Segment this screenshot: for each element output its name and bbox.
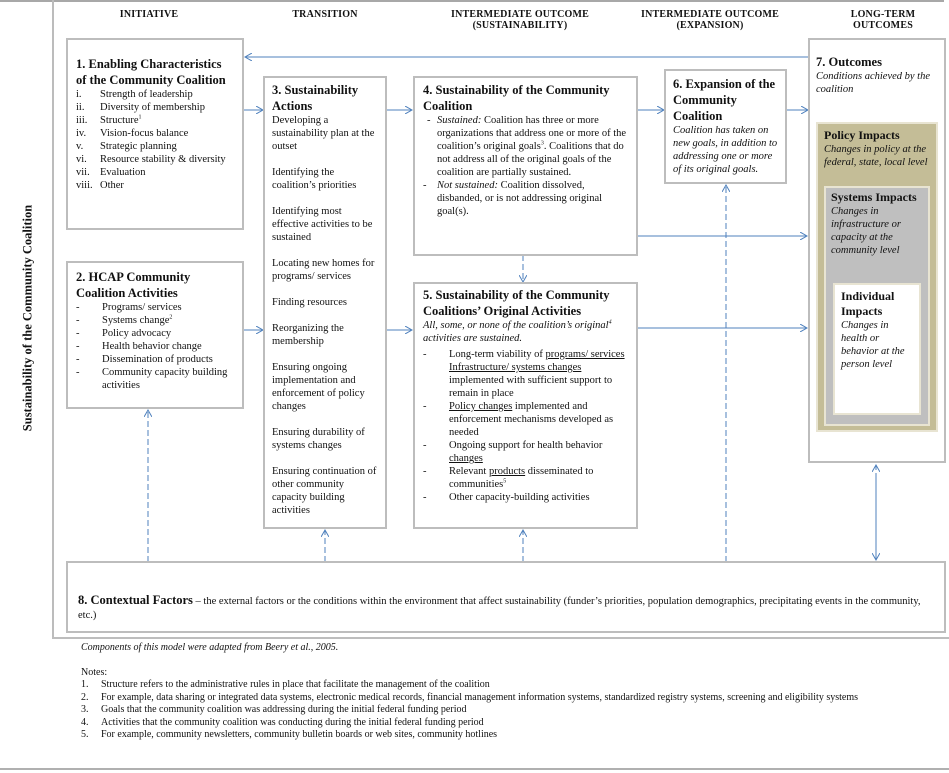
box7-desc: Conditions achieved by the coalition — [816, 71, 931, 95]
list-item: viii. Other — [76, 180, 124, 191]
list-item: i. Strength of leadership — [76, 89, 193, 100]
bottom-border — [0, 768, 949, 770]
box5-title: 5. Sustainability of the Community Coali… — [423, 288, 610, 318]
individual-impacts-panel: Individual Impacts Changes in health or … — [833, 283, 921, 415]
systems-impacts-desc: Changes in infrastructure or capacity at… — [831, 206, 901, 256]
footnote: 1. Structure refers to the administrative… — [81, 679, 490, 690]
notes-label: Notes: — [81, 666, 108, 678]
list-item: Identifying the coalition’s priorities — [272, 167, 357, 191]
box8-title: 8. Contextual Factors — [78, 593, 193, 607]
source-citation: Components of this model were adapted fr… — [81, 642, 339, 653]
box1-title: 1. Enabling Characteristics of the Commu… — [76, 57, 226, 87]
individual-impacts-title: Individual Impacts — [841, 289, 895, 318]
box-contextual-factors: 8. Contextual Factors – the external fac… — [66, 561, 946, 633]
list-item: ii. Diversity of membership — [76, 102, 205, 113]
systems-impacts-panel: Systems Impacts Changes in infrastructur… — [824, 186, 930, 426]
box6-desc: Coalition has taken on new goals, in add… — [673, 125, 778, 175]
list-item: Reorganizing the membership — [272, 323, 344, 347]
list-item-sustained: - Sustained: Coalition has three or more … — [427, 115, 627, 178]
individual-impacts-desc: Changes in health or behavior at the per… — [841, 320, 905, 370]
policy-impacts-panel: Policy Impacts Changes in policy at the … — [816, 122, 938, 432]
systems-impacts-title: Systems Impacts — [831, 190, 917, 204]
box-original-activities: 5. Sustainability of the Community Coali… — [413, 282, 638, 529]
box5-intro: All, some, or none of the coalition’s or… — [423, 319, 612, 345]
list-item: iv. Vision-focus balance — [76, 128, 189, 139]
policy-impacts-title: Policy Impacts — [824, 128, 900, 142]
footnote: 4. Activities that the community coalitio… — [81, 716, 484, 728]
list-item: Ensuring ongoing implementation and enfo… — [272, 362, 365, 412]
list-item: - Other capacity-building activities — [423, 492, 590, 503]
policy-impacts-desc: Changes in policy at the federal, state,… — [824, 144, 928, 168]
list-item: v. Strategic planning — [76, 141, 177, 152]
box-sustainability-coalition: 4. Sustainability of the Community Coali… — [413, 76, 638, 256]
list-item: - Ongoing support for health behavior cha… — [423, 440, 603, 464]
list-item: - Relevant products disseminated to commu… — [423, 466, 594, 490]
list-item: vii. Evaluation — [76, 167, 146, 178]
list-item: - Policy advocacy — [76, 328, 172, 339]
box-enabling-characteristics: 1. Enabling Characteristics of the Commu… — [66, 38, 244, 230]
box4-title: 4. Sustainability of the Community Coali… — [423, 83, 610, 113]
footnote: 3. Goals that the community coalition was… — [81, 704, 467, 715]
box7-title: 7. Outcomes — [816, 55, 882, 69]
box2-list: - Programs/ services - Systems change2 - Po… — [76, 301, 234, 392]
footnote: 5. For example, community newsletters, co… — [81, 729, 498, 740]
box-outcomes: 7. Outcomes Conditions achieved by the c… — [808, 38, 946, 463]
list-item: Developing a sustainability plan at the … — [272, 115, 375, 152]
list-item: - Dissemination of products — [76, 354, 213, 365]
box5-list: - Long-term viability of programs/ servic… — [423, 348, 628, 504]
box-hcap-activities: 2. HCAP Community Coalition Activities -… — [66, 261, 244, 409]
list-item-not-sustained: - Not sustained: Coalition dissolved, dis… — [423, 180, 603, 217]
box1-list: i. Strength of leadership ii. Diversity of… — [76, 88, 234, 192]
list-item: vi. Resource stability & diversity — [76, 154, 226, 165]
box-sustainability-actions: 3. Sustainability Actions Developing a s… — [263, 76, 387, 529]
list-item: iii. Structure1 — [76, 114, 142, 127]
list-item: - Health behavior change — [76, 341, 202, 352]
list-item: Identifying most effective activities to… — [272, 206, 373, 243]
box3-title: 3. Sustainability Actions — [272, 83, 359, 113]
box-expansion: 6. Expansion of the Community Coalition … — [664, 69, 787, 184]
box8-text: – the external factors or the conditions… — [78, 596, 921, 621]
list-item: Ensuring durability of systems changes — [272, 427, 365, 451]
list-item: Finding resources — [272, 297, 347, 308]
box2-title: 2. HCAP Community Coalition Activities — [76, 270, 191, 300]
list-item: - Policy changes implemented and enforcem… — [423, 401, 614, 438]
list-item: Locating new homes for programs/ service… — [272, 258, 375, 282]
list-item: Ensuring continuation of other community… — [272, 466, 377, 516]
list-item: - Programs/ services — [76, 302, 182, 313]
footnote: 2. For example, data sharing or integrate… — [81, 691, 859, 703]
box6-title: 6. Expansion of the Community Coalition — [673, 77, 776, 123]
list-item: - Long-term viability of programs/ servic… — [423, 349, 625, 399]
notes-divider — [52, 637, 949, 639]
list-item: - Community capacity building activities — [76, 367, 228, 391]
footnotes: Components of this model were adapted fr… — [81, 642, 901, 742]
list-item: - Systems change2 — [76, 314, 173, 327]
